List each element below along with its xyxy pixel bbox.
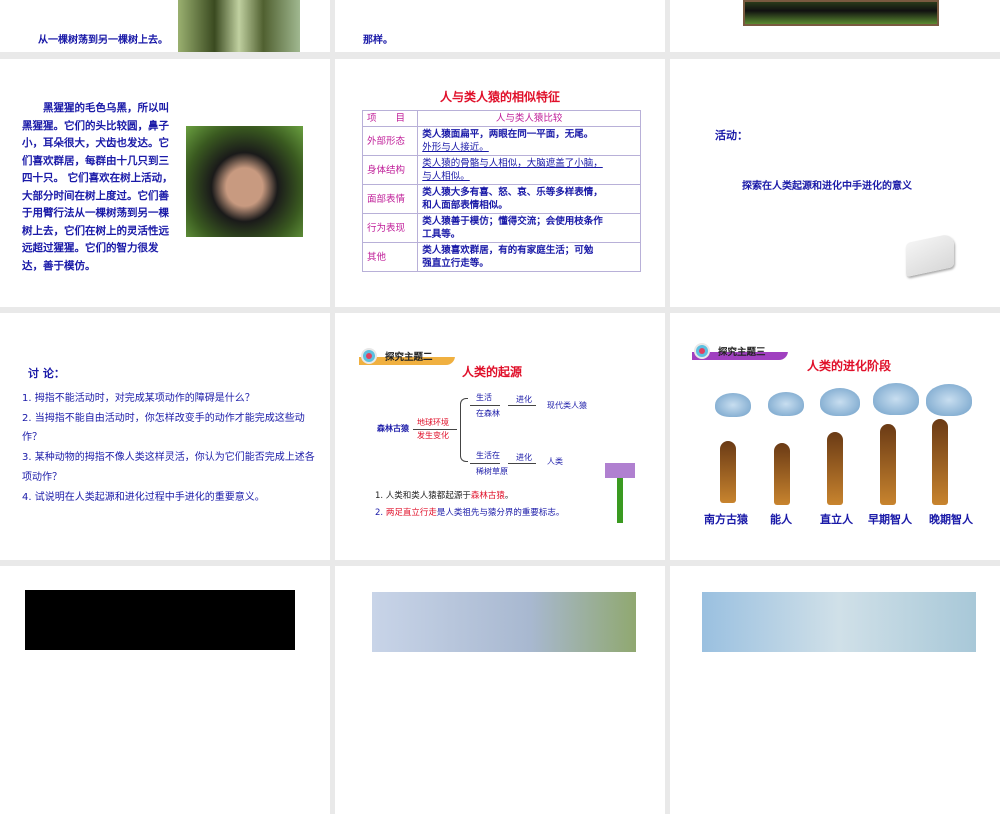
slide-title: 人类的起源 <box>462 365 523 379</box>
stage-label: 能人 <box>770 513 792 526</box>
slide-thumbnail-5[interactable]: 人与类人猿的相似特征 项 目人与类人猿比较 外部形态 类人猿面扁平，两眼在同一平面… <box>335 59 665 307</box>
flower-icon <box>605 463 635 523</box>
topic-badge: 探究主题二 <box>359 347 455 365</box>
hominid-figure <box>774 443 790 505</box>
notebook-icon <box>906 232 954 278</box>
chimpanzee-photo <box>186 126 303 237</box>
slide-thumbnail-4[interactable]: 黑猩猩的毛色乌黑，所以叫黑猩猩。它们的头比较圆，鼻子小，耳朵很大，犬齿也发达。它… <box>0 59 330 307</box>
slide-title: 人与类人猿的相似特征 <box>439 90 560 104</box>
slide-thumbnail-7[interactable]: 讨 论： 1. 拇指不能活动时，对完成某项动作的障碍是什么？ 2. 当拇指不能自… <box>0 313 330 560</box>
sky-image <box>702 592 976 652</box>
note-2: 2. 两足直立行走是人类祖先与猿分界的重要标志。 <box>375 508 565 518</box>
table-row: 其他 类人猿喜欢群居，有的有家庭生活；可勉 强直立行走等。 <box>361 242 641 272</box>
hominid-figure <box>880 424 896 505</box>
slide-text: 那样。 <box>363 35 393 46</box>
hominid-figure <box>827 432 843 505</box>
slide-thumbnail-10[interactable] <box>0 566 330 814</box>
header-compare: 人与类人猿比较 <box>417 110 641 127</box>
table-row: 外部形态 类人猿面扁平，两眼在同一平面，无尾。 外形与人接近。 <box>361 126 641 156</box>
arrow-icon <box>694 343 710 359</box>
list-item: 2. 当拇指不能自由活动时，你怎样改变手的动作才能完成这些动作？ <box>22 412 305 444</box>
chimpanzee-description: 黑猩猩的毛色乌黑，所以叫黑猩猩。它们的头比较圆，鼻子小，耳朵很大，犬齿也发达。它… <box>22 102 173 272</box>
note-1: 1. 人类和类人猿都起源于森林古猿。 <box>375 491 514 501</box>
slide-text: 从一棵树荡到另一棵树上去。 <box>38 35 168 46</box>
forest-photo <box>178 0 300 52</box>
activity-label: 活动： <box>715 129 748 142</box>
slide-thumbnail-2[interactable]: 那样。 <box>335 0 665 52</box>
stage-label: 早期智人 <box>868 513 912 526</box>
brain-image <box>873 383 919 415</box>
table-row: 行为表现 类人猿善于模仿；懂得交流；会使用枝条作 工具等。 <box>361 213 641 243</box>
slide-thumbnail-12[interactable] <box>670 566 1000 814</box>
stage-label: 南方古猿 <box>704 513 748 526</box>
discussion-list: 1. 拇指不能活动时，对完成某项动作的障碍是什么？ 2. 当拇指不能自由活动时，… <box>22 389 315 507</box>
brain-image <box>715 393 751 417</box>
hominid-figure <box>720 441 736 503</box>
stage-label: 直立人 <box>820 513 853 526</box>
brain-image <box>820 388 860 416</box>
slide-thumbnail-9[interactable]: 探究主题三 人类的进化阶段 南方古猿 能人 直立人 早期智人 晚期智人 <box>670 313 1000 560</box>
diagram-node: 森林古猿 <box>377 424 409 433</box>
slide-thumbnail-1[interactable]: 从一棵树荡到另一棵树上去。 <box>0 0 330 52</box>
list-item: 3. 某种动物的拇指不像人类这样灵活，你认为它们能否完成上述各项动作？ <box>22 452 315 483</box>
comparison-table: 项 目人与类人猿比较 外部形态 类人猿面扁平，两眼在同一平面，无尾。 外形与人接近。… <box>361 110 641 272</box>
list-item: 1. 拇指不能活动时，对完成某项动作的障碍是什么？ <box>22 393 255 404</box>
slide-thumbnail-6[interactable]: 活动： 探索在人类起源和进化中手进化的意义 <box>670 59 1000 307</box>
hominid-figure <box>932 419 948 505</box>
stage-label: 晚期智人 <box>929 513 973 526</box>
discussion-title: 讨 论： <box>28 367 65 380</box>
activity-text: 探索在人类起源和进化中手进化的意义 <box>742 181 912 192</box>
list-item: 4. 试说明在人类起源和进化过程中手进化的重要意义。 <box>22 491 265 503</box>
slide-thumbnail-3[interactable] <box>670 0 1000 52</box>
header-item: 项 目 <box>361 110 419 127</box>
landscape-image <box>372 592 636 652</box>
slide-thumbnail-11[interactable] <box>335 566 665 814</box>
gorilla-photo <box>743 0 939 26</box>
table-row: 面部表情 类人猿大多有喜、怒、哀、乐等多样表情， 和人面部表情相似。 <box>361 184 641 214</box>
black-image <box>25 590 295 650</box>
topic-badge: 探究主题三 <box>692 342 788 360</box>
slide-thumbnail-8[interactable]: 探究主题二 人类的起源 森林古猿 地球环境 发生变化 生活 在森林 进化 现代类… <box>335 313 665 560</box>
arrow-icon <box>361 348 377 364</box>
brain-image <box>926 384 972 416</box>
slide-title: 人类的进化阶段 <box>807 359 892 373</box>
table-row: 身体结构 类人猿的骨骼与人相似，大脑遮盖了小脑， 与人相似。 <box>361 155 641 185</box>
brain-image <box>768 392 804 416</box>
